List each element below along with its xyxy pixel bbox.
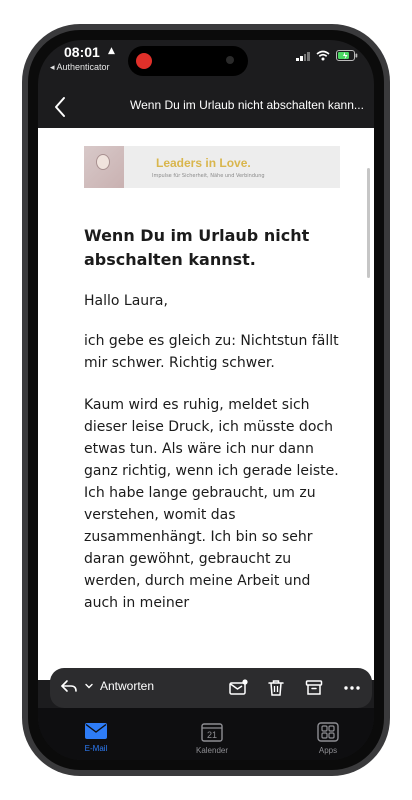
greeting: Hallo Laura, — [84, 293, 168, 309]
reply-icon — [61, 680, 77, 692]
calendar-icon: 21 — [201, 723, 223, 742]
tab-bar: E-Mail 21 Kalender Apps — [38, 708, 374, 760]
phone-bezel: 08:01 ▲ ◂ Authenticator Wenn Du im Urlau… — [28, 30, 384, 770]
tab-apps-label: Apps — [318, 746, 338, 755]
tab-apps[interactable]: Apps — [288, 722, 368, 755]
paragraph-2: Kaum wird es ruhig, meldet sich dieser l… — [84, 397, 339, 611]
archive-icon[interactable] — [304, 678, 324, 698]
author-photo — [84, 146, 124, 188]
article-heading: Wenn Du im Urlaub nicht abschalten kanns… — [84, 226, 310, 269]
mail-subject-title: Wenn Du im Urlaub nicht abschalten kann.… — [130, 98, 364, 112]
battery-icon — [336, 50, 358, 61]
mail-header: Wenn Du im Urlaub nicht abschalten kann.… — [38, 86, 374, 128]
apps-grid-icon — [317, 722, 339, 742]
dynamic-island — [128, 46, 248, 76]
mail-body[interactable]: Leaders in Love. Impulse für Sicherheit,… — [38, 128, 374, 680]
newsletter-banner[interactable]: Leaders in Love. Impulse für Sicherheit,… — [84, 146, 340, 188]
chevron-down-icon[interactable] — [84, 681, 94, 691]
tab-email-label: E-Mail — [84, 744, 108, 753]
banner-title: Leaders in Love. — [156, 156, 251, 170]
camera-dot — [226, 56, 234, 64]
banner-subtitle: Impulse für Sicherheit, Nähe und Verbind… — [152, 173, 265, 179]
tab-email[interactable]: E-Mail — [56, 722, 136, 753]
more-options-icon[interactable] — [342, 678, 362, 698]
status-bar: 08:01 ▲ ◂ Authenticator — [38, 40, 374, 86]
paragraph-1: ich gebe es gleich zu: Nichtstun fällt m… — [84, 333, 339, 371]
back-to-app-link[interactable]: ◂ Authenticator — [50, 62, 110, 73]
phone-frame: 08:01 ▲ ◂ Authenticator Wenn Du im Urlau… — [22, 24, 390, 776]
trash-icon[interactable] — [266, 678, 286, 698]
reply-label: Antworten — [100, 679, 155, 693]
chevron-left-icon — [55, 97, 65, 117]
mail-icon — [85, 723, 107, 739]
tab-calendar[interactable]: 21 Kalender — [172, 722, 252, 755]
mail-article: Wenn Du im Urlaub nicht abschalten kanns… — [84, 224, 344, 634]
status-time: 08:01 — [64, 44, 100, 60]
calendar-day: 21 — [207, 730, 217, 740]
system-icons — [296, 50, 358, 61]
scrollbar[interactable] — [367, 168, 370, 278]
back-button[interactable] — [50, 94, 72, 120]
author-face — [96, 154, 110, 170]
reply-button[interactable]: Antworten — [60, 677, 154, 695]
recording-dot-icon — [136, 53, 152, 69]
tab-calendar-label: Kalender — [195, 746, 229, 755]
focus-icon: ▲ — [108, 46, 115, 56]
mark-unread-icon[interactable] — [228, 678, 248, 698]
mail-action-bar: Antworten — [50, 668, 372, 708]
phone-screen: 08:01 ▲ ◂ Authenticator Wenn Du im Urlau… — [38, 40, 374, 760]
cellular-signal-icon — [296, 51, 310, 61]
wifi-icon — [316, 50, 330, 61]
